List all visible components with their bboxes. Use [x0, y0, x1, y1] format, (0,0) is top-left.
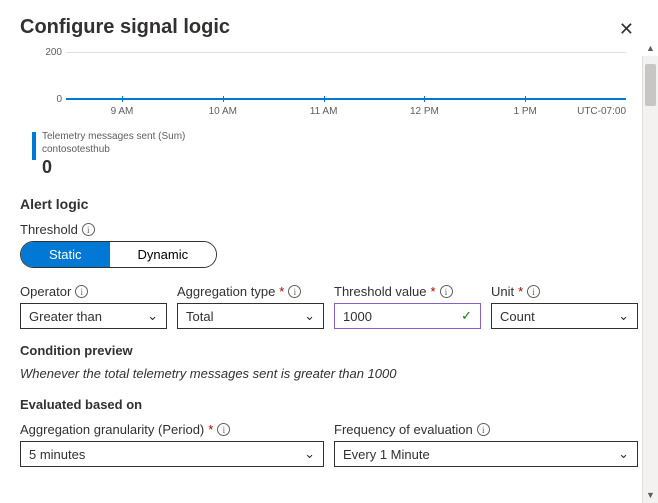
- legend-resource: contosotesthub: [42, 143, 185, 156]
- threshold-value-label: Threshold value: [334, 284, 427, 299]
- timezone-label: UTC-07:00: [577, 106, 626, 117]
- unit-value: Count: [500, 309, 535, 324]
- operator-value: Greater than: [29, 309, 102, 324]
- chevron-down-icon: ⌄: [618, 446, 629, 462]
- x-tick: 11 AM: [310, 106, 338, 117]
- toggle-dynamic[interactable]: Dynamic: [110, 242, 217, 267]
- granularity-value: 5 minutes: [29, 447, 85, 462]
- required-marker: *: [208, 422, 213, 437]
- close-icon[interactable]: ✕: [615, 16, 638, 42]
- scroll-up-icon[interactable]: ▲: [643, 40, 658, 56]
- threshold-value-input[interactable]: 1000 ✓: [334, 303, 481, 329]
- threshold-value-text: 1000: [343, 309, 372, 324]
- condition-preview-heading: Condition preview: [20, 343, 638, 358]
- scrollbar-thumb[interactable]: [645, 64, 656, 106]
- legend-swatch: [32, 132, 36, 160]
- info-icon[interactable]: i: [288, 285, 301, 298]
- check-icon: ✓: [461, 308, 472, 324]
- x-tick: 1 PM: [514, 106, 537, 117]
- info-icon[interactable]: i: [477, 423, 490, 436]
- unit-select[interactable]: Count ⌄: [491, 303, 638, 329]
- frequency-select[interactable]: Every 1 Minute ⌄: [334, 441, 638, 467]
- frequency-label: Frequency of evaluation: [334, 422, 473, 437]
- alert-logic-heading: Alert logic: [20, 196, 638, 212]
- y-tick: 0: [32, 94, 62, 105]
- evaluated-heading: Evaluated based on: [20, 397, 638, 412]
- aggregation-label: Aggregation type: [177, 284, 275, 299]
- required-marker: *: [518, 284, 523, 299]
- chevron-down-icon: ⌄: [304, 308, 315, 324]
- unit-label: Unit: [491, 284, 514, 299]
- info-icon[interactable]: i: [75, 285, 88, 298]
- required-marker: *: [431, 284, 436, 299]
- scrollbar[interactable]: ▲ ▼: [642, 56, 658, 503]
- panel-title: Configure signal logic: [20, 16, 230, 39]
- x-tick: 12 PM: [410, 106, 439, 117]
- x-tick: 10 AM: [209, 106, 237, 117]
- aggregation-select[interactable]: Total ⌄: [177, 303, 324, 329]
- operator-select[interactable]: Greater than ⌄: [20, 303, 167, 329]
- x-tick: 9 AM: [111, 106, 134, 117]
- info-icon[interactable]: i: [82, 223, 95, 236]
- info-icon[interactable]: i: [527, 285, 540, 298]
- legend-metric: Telemetry messages sent (Sum): [42, 130, 185, 143]
- y-tick: 200: [32, 47, 62, 58]
- frequency-value: Every 1 Minute: [343, 447, 430, 462]
- condition-preview-text: Whenever the total telemetry messages se…: [20, 366, 638, 381]
- aggregation-value: Total: [186, 309, 213, 324]
- metric-chart: 200 0 9 AM 10 AM 11 AM 12 PM 1 PM UTC-07…: [32, 52, 626, 120]
- chevron-down-icon: ⌄: [618, 308, 629, 324]
- threshold-toggle[interactable]: Static Dynamic: [20, 241, 217, 268]
- chart-legend: Telemetry messages sent (Sum) contosotes…: [32, 130, 626, 178]
- info-icon[interactable]: i: [217, 423, 230, 436]
- granularity-select[interactable]: 5 minutes ⌄: [20, 441, 324, 467]
- legend-value: 0: [42, 157, 185, 178]
- toggle-static[interactable]: Static: [21, 242, 110, 267]
- info-icon[interactable]: i: [440, 285, 453, 298]
- chevron-down-icon: ⌄: [304, 446, 315, 462]
- chevron-down-icon: ⌄: [147, 308, 158, 324]
- required-marker: *: [279, 284, 284, 299]
- scroll-down-icon[interactable]: ▼: [643, 487, 658, 503]
- granularity-label: Aggregation granularity (Period): [20, 422, 204, 437]
- threshold-label: Threshold: [20, 222, 78, 237]
- operator-label: Operator: [20, 284, 71, 299]
